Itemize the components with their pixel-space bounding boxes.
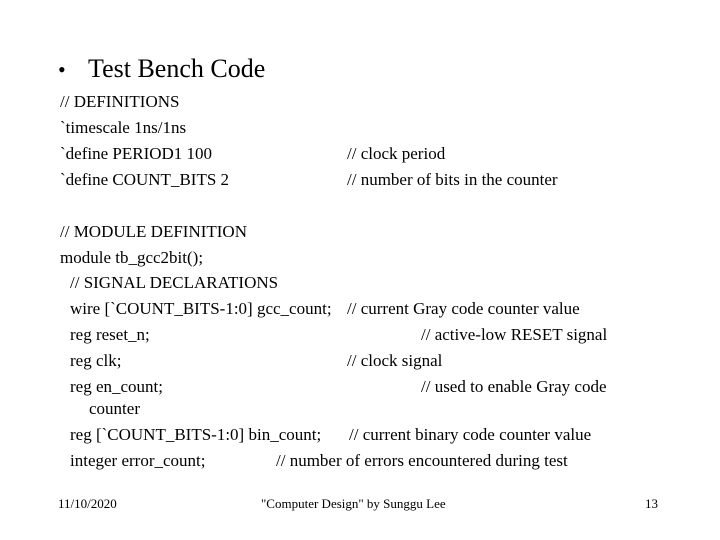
code-timescale: `timescale 1ns/1ns [60, 118, 187, 137]
code-reg-bin-count: reg [`COUNT_BITS-1:0] bin_count; [70, 425, 322, 444]
code-define-period: `define PERIOD1 100 [60, 144, 213, 163]
code-reg-reset-n-comment: // active-low RESET signal [421, 325, 608, 344]
slide-title: Test Bench Code [88, 54, 266, 83]
code-module-header: // MODULE DEFINITION [60, 222, 247, 241]
slide-title-row: • Test Bench Code [58, 54, 265, 85]
code-reg-reset-n: reg reset_n; [70, 325, 150, 344]
code-reg-en-count-comment: // used to enable Gray code [421, 377, 607, 396]
code-wire-gcc-count: wire [`COUNT_BITS-1:0] gcc_count; [70, 299, 332, 318]
bullet-icon: • [58, 57, 66, 82]
code-reg-clk-comment: // clock signal [347, 351, 443, 370]
code-module-decl: module tb_gcc2bit(); [60, 248, 204, 267]
code-define-count-bits: `define COUNT_BITS 2 [60, 170, 230, 189]
footer-title: "Computer Design" by Sunggu Lee [261, 496, 446, 511]
code-define-period-comment: // clock period [347, 144, 446, 163]
code-wire-gcc-count-comment: // current Gray code counter value [347, 299, 580, 318]
code-integer-error-count-comment: // number of errors encountered during t… [276, 451, 568, 470]
slide: • Test Bench Code // DEFINITIONS `timesca… [0, 0, 720, 540]
code-reg-en-count: reg en_count; [70, 377, 163, 396]
code-reg-clk: reg clk; [70, 351, 122, 370]
code-define-count-bits-comment: // number of bits in the counter [347, 170, 558, 189]
code-reg-bin-count-comment: // current binary code counter value [349, 425, 592, 444]
code-signal-header: // SIGNAL DECLARATIONS [70, 273, 279, 292]
footer-page-number: 13 [645, 496, 658, 511]
code-definitions-header: // DEFINITIONS [60, 92, 180, 111]
code-reg-en-count-comment-cont: counter [89, 399, 140, 418]
code-integer-error-count: integer error_count; [70, 451, 206, 470]
footer-date: 11/10/2020 [58, 496, 117, 511]
